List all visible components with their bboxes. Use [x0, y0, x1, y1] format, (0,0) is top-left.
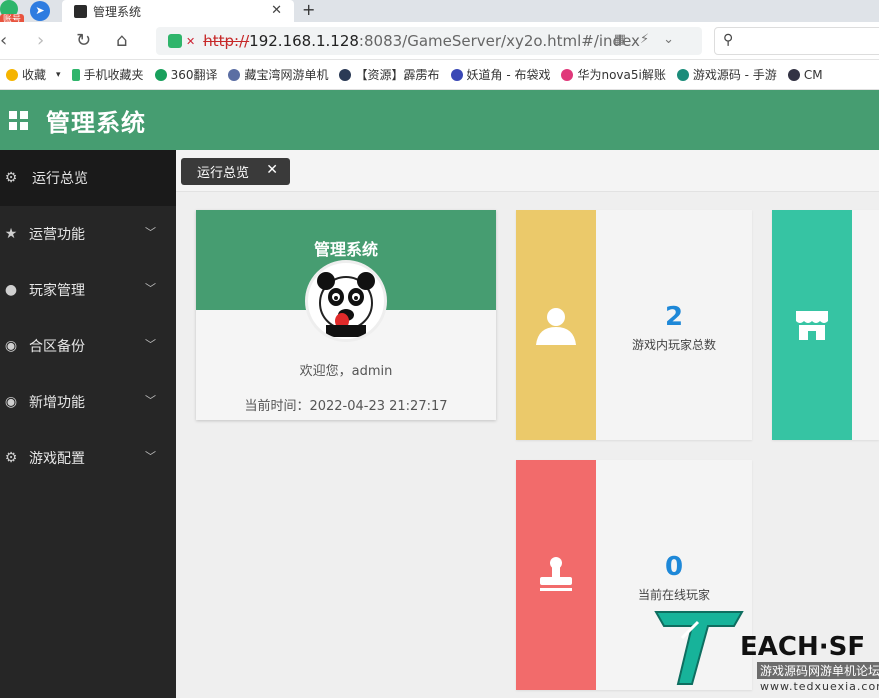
sidebar-item-overview[interactable]: ⚙ 运行总览 — [0, 150, 176, 206]
grid-menu-icon[interactable] — [9, 110, 28, 130]
stat-band — [516, 460, 596, 690]
sidebar: ⚙ 运行总览 ★ 运营功能 ﹀ ● 玩家管理 ﹀ ◉ 合区备份 ﹀ ◉ 新增功能… — [0, 150, 176, 698]
bookmark-item[interactable]: 游戏源码 - 手游 — [676, 66, 777, 83]
gear-icon: ⚙ — [4, 450, 18, 466]
chevron-down-icon: ﹀ — [145, 226, 156, 239]
reload-icon[interactable]: ↻ — [76, 30, 91, 52]
chevron-down-icon[interactable]: ▾ — [56, 70, 61, 80]
close-tab-icon[interactable]: ✕ — [271, 3, 282, 18]
welcome-text: 欢迎您，admin — [299, 364, 393, 379]
star-icon — [6, 68, 18, 81]
user-icon — [536, 308, 576, 345]
url-path: :8083/GameServer/xy2o.html#/index — [358, 32, 640, 50]
eye-icon: ◉ — [4, 394, 18, 410]
eye-icon: ◉ — [4, 338, 18, 354]
tab-overview[interactable]: 运行总览 ✕ — [181, 158, 290, 185]
browser-navbar: ‹ › ↻ ⌂ ✕ http:// 192.168.1.128 :8083/Ga… — [0, 22, 879, 60]
close-icon[interactable]: ✕ — [266, 162, 278, 178]
stamp-icon — [540, 557, 572, 591]
browser-search-box[interactable]: ⚲ — [714, 27, 879, 55]
chevron-down-icon: ﹀ — [145, 450, 156, 463]
bookmark-item[interactable]: 藏宝湾网游单机 — [228, 66, 328, 83]
sidebar-item-players[interactable]: ● 玩家管理 ﹀ — [0, 262, 176, 318]
sidebar-item-new-features[interactable]: ◉ 新增功能 ﹀ — [0, 374, 176, 430]
sidebar-item-label: 运行总览 — [32, 171, 88, 187]
forward-icon[interactable]: › — [37, 30, 44, 52]
stat-band — [772, 210, 852, 440]
insecure-lock-icon: ✕ — [186, 34, 196, 48]
avatar — [305, 260, 387, 342]
stat-label: 当前在线玩家 — [637, 588, 710, 602]
app-title: 管理系统 — [46, 108, 146, 137]
new-tab-icon[interactable]: + — [302, 0, 315, 20]
site-icon — [787, 68, 800, 81]
url-protocol: http:// — [203, 32, 250, 50]
stat-value: 2 — [664, 302, 684, 332]
app-header: 管理系统 — [0, 90, 879, 150]
site-icon — [339, 68, 352, 81]
address-bar[interactable]: ✕ http:// 192.168.1.128 :8083/GameServer… — [156, 27, 702, 55]
profile-card-title: 管理系统 — [313, 240, 378, 259]
site-icon — [228, 68, 241, 81]
user-icon: ● — [4, 282, 18, 298]
chevron-down-icon: ﹀ — [145, 338, 156, 351]
sidebar-item-operations[interactable]: ★ 运营功能 ﹀ — [0, 206, 176, 262]
bookmark-item[interactable]: 360翻译 — [154, 66, 217, 83]
gear-icon: ⚙ — [4, 170, 18, 186]
current-time: 当前时间：2022-04-23 21:27:17 — [244, 399, 448, 414]
chevron-down-icon: ﹀ — [145, 394, 156, 407]
shop-icon — [796, 311, 828, 340]
bookmark-item[interactable]: 收藏 ▾ — [6, 66, 61, 83]
watermark-brand: EACH·SF — [740, 632, 866, 662]
phone-icon — [71, 68, 80, 81]
tab-label: 运行总览 — [197, 166, 250, 181]
url-host: 192.168.1.128 — [249, 32, 359, 50]
site-icon — [676, 68, 689, 81]
sidebar-item-label: 新增功能 — [29, 395, 85, 411]
stat-value: 0 — [664, 552, 684, 582]
page-tabstrip: 运行总览 ✕ — [176, 150, 879, 192]
stat-band — [516, 210, 596, 440]
bookmark-item[interactable]: CM — [787, 68, 823, 82]
bookmark-item[interactable]: 【资源】霹雳布 — [339, 66, 440, 83]
panda-avatar-icon — [317, 272, 375, 337]
browser-tab-active[interactable]: 管理系统 ✕ — [62, 0, 294, 22]
address-bar-actions[interactable]: ▦⚡⌄ — [614, 32, 688, 47]
play-icon — [561, 68, 574, 81]
security-shield-icon — [168, 34, 182, 48]
site-icon — [450, 68, 463, 81]
bookmark-item[interactable]: 华为nova5i解账 — [561, 66, 666, 83]
back-icon[interactable]: ‹ — [0, 30, 7, 52]
chevron-down-icon: ﹀ — [145, 282, 156, 295]
sidebar-item-label: 玩家管理 — [29, 283, 85, 299]
stat-card-players-total: 2 游戏内玩家总数 — [516, 210, 752, 440]
star-icon: ★ — [4, 226, 18, 242]
favicon-icon — [74, 4, 87, 18]
sidebar-item-game-config[interactable]: ⚙ 游戏配置 ﹀ — [0, 430, 176, 486]
browser-tabbar: 账号 ➤ 管理系统 ✕ + — [0, 0, 879, 26]
pinned-tab-compass-icon[interactable]: ➤ — [30, 1, 50, 21]
stat-label: 游戏内玩家总数 — [631, 338, 716, 352]
bookmarks-bar: 收藏 ▾ 手机收藏夹 360翻译 藏宝湾网游单机 【资源】霹雳布 妖道角 - 布袋… — [0, 60, 879, 90]
bookmark-item[interactable]: 手机收藏夹 — [71, 66, 144, 83]
sidebar-item-label: 运营功能 — [29, 227, 85, 243]
watermark-caption: 游戏源码网游单机论坛 — [757, 662, 879, 679]
sidebar-item-label: 合区备份 — [29, 339, 85, 355]
profile-card: 管理系统 欢迎您，admin 当前时间：2022-04-23 21:27:17 — [196, 210, 496, 420]
translate-icon — [154, 68, 167, 81]
sidebar-item-label: 游戏配置 — [29, 451, 85, 467]
browser-tab-title: 管理系统 — [93, 4, 142, 19]
watermark-url: www.tedxuexia.com — [760, 680, 879, 693]
sidebar-item-backup[interactable]: ◉ 合区备份 ﹀ — [0, 318, 176, 374]
search-icon: ⚲ — [723, 32, 734, 48]
bookmark-item[interactable]: 妖道角 - 布袋戏 — [450, 66, 550, 83]
home-icon[interactable]: ⌂ — [116, 30, 127, 52]
stat-card-shop — [772, 210, 879, 440]
